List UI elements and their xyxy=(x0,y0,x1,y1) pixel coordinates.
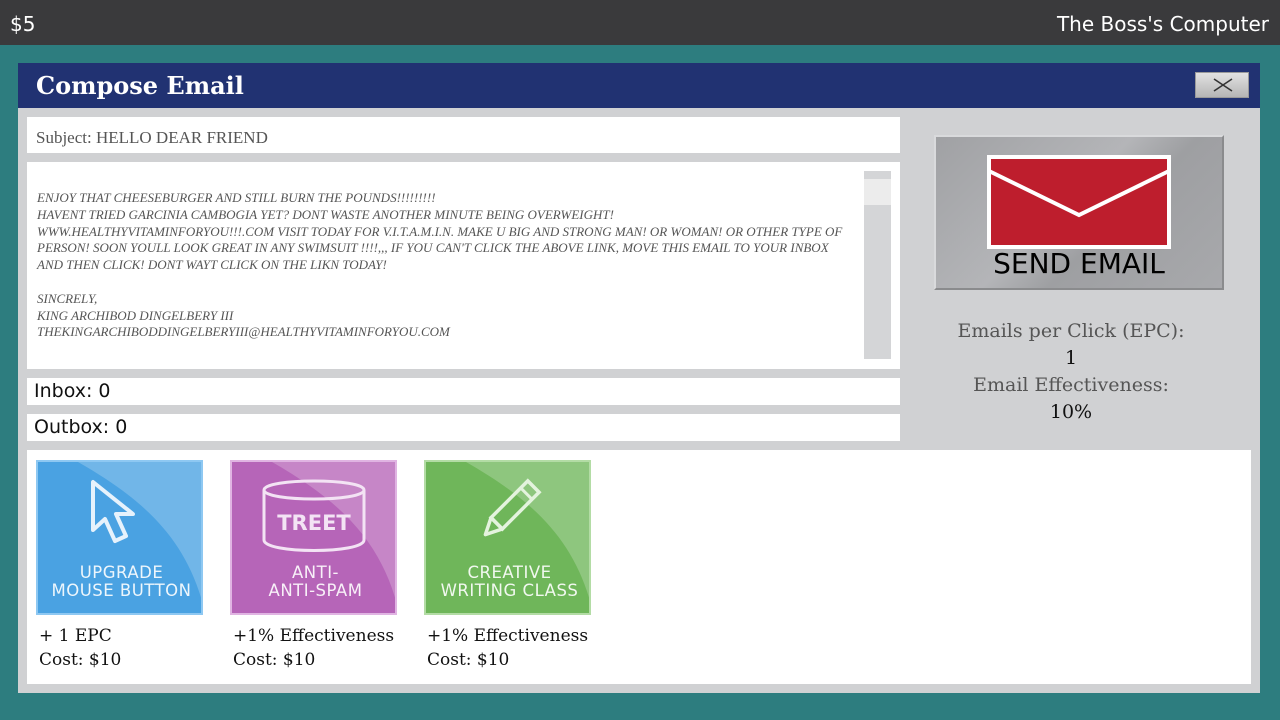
upgrade-creative-writing: CREATIVE WRITING CLASS +1% Effectiveness… xyxy=(424,460,591,672)
upgrade-anti-anti-spam-cost: Cost: $10 xyxy=(233,650,316,670)
compose-email-window: Compose Email Subject: HELLO DEAR FRIEND… xyxy=(18,63,1260,693)
email-body-text: ENJOY THAT CHEESEBURGER AND STILL BURN T… xyxy=(37,190,843,340)
upgrade-anti-anti-spam: TREET ANTI- ANTI-SPAM +1% Effectiveness … xyxy=(230,460,397,672)
send-email-label: SEND EMAIL xyxy=(993,247,1165,280)
upgrade-mouse-button: UPGRADE MOUSE BUTTON + 1 EPC Cost: $10 xyxy=(36,460,203,672)
outbox-counter: Outbox: 0 xyxy=(27,414,900,441)
upgrade-creative-writing-label: CREATIVE WRITING CLASS xyxy=(440,563,579,600)
top-bar: $5 The Boss's Computer xyxy=(0,0,1280,45)
subject-field[interactable]: Subject: HELLO DEAR FRIEND xyxy=(27,117,900,153)
upgrade-mouse-button-label: UPGRADE MOUSE BUTTON xyxy=(51,563,192,600)
upgrade-creative-writing-cost: Cost: $10 xyxy=(427,650,510,670)
computer-title: The Boss's Computer xyxy=(1056,12,1269,36)
upgrade-anti-anti-spam-label: ANTI- ANTI-SPAM xyxy=(268,563,363,600)
email-body[interactable]: ENJOY THAT CHEESEBURGER AND STILL BURN T… xyxy=(27,162,900,369)
upgrade-mouse-button-tile[interactable]: UPGRADE MOUSE BUTTON xyxy=(36,460,203,615)
effectiveness-value: 10% xyxy=(1049,401,1093,423)
upgrade-mouse-button-effect: + 1 EPC xyxy=(39,626,112,646)
upgrade-anti-anti-spam-tile[interactable]: TREET ANTI- ANTI-SPAM xyxy=(230,460,397,615)
window-header: Compose Email xyxy=(18,63,1260,108)
money-display: $5 xyxy=(10,12,36,36)
upgrade-creative-writing-tile[interactable]: CREATIVE WRITING CLASS xyxy=(424,460,591,615)
scrollbar-thumb[interactable] xyxy=(864,179,891,205)
window-title: Compose Email xyxy=(36,71,244,100)
inbox-text: Inbox: 0 xyxy=(34,380,111,402)
close-button[interactable] xyxy=(1195,72,1249,98)
upgrade-shop: UPGRADE MOUSE BUTTON + 1 EPC Cost: $10 T… xyxy=(27,450,1251,684)
epc-label: Emails per Click (EPC): xyxy=(957,320,1185,342)
email-stats: Emails per Click (EPC): 1 Email Effectiv… xyxy=(931,318,1211,426)
upgrade-mouse-button-cost: Cost: $10 xyxy=(39,650,122,670)
epc-value: 1 xyxy=(1064,347,1078,369)
close-icon xyxy=(1213,78,1233,92)
send-email-button[interactable]: SEND EMAIL xyxy=(934,135,1224,290)
treet-can-text: TREET xyxy=(277,511,351,535)
email-body-scrollbar[interactable] xyxy=(864,171,891,359)
envelope-icon xyxy=(987,155,1171,249)
subject-text: Subject: HELLO DEAR FRIEND xyxy=(36,128,268,147)
upgrade-creative-writing-effect: +1% Effectiveness xyxy=(427,626,589,646)
inbox-counter: Inbox: 0 xyxy=(27,378,900,405)
effectiveness-label: Email Effectiveness: xyxy=(973,374,1169,396)
upgrade-anti-anti-spam-effect: +1% Effectiveness xyxy=(233,626,395,646)
outbox-text: Outbox: 0 xyxy=(34,416,128,438)
